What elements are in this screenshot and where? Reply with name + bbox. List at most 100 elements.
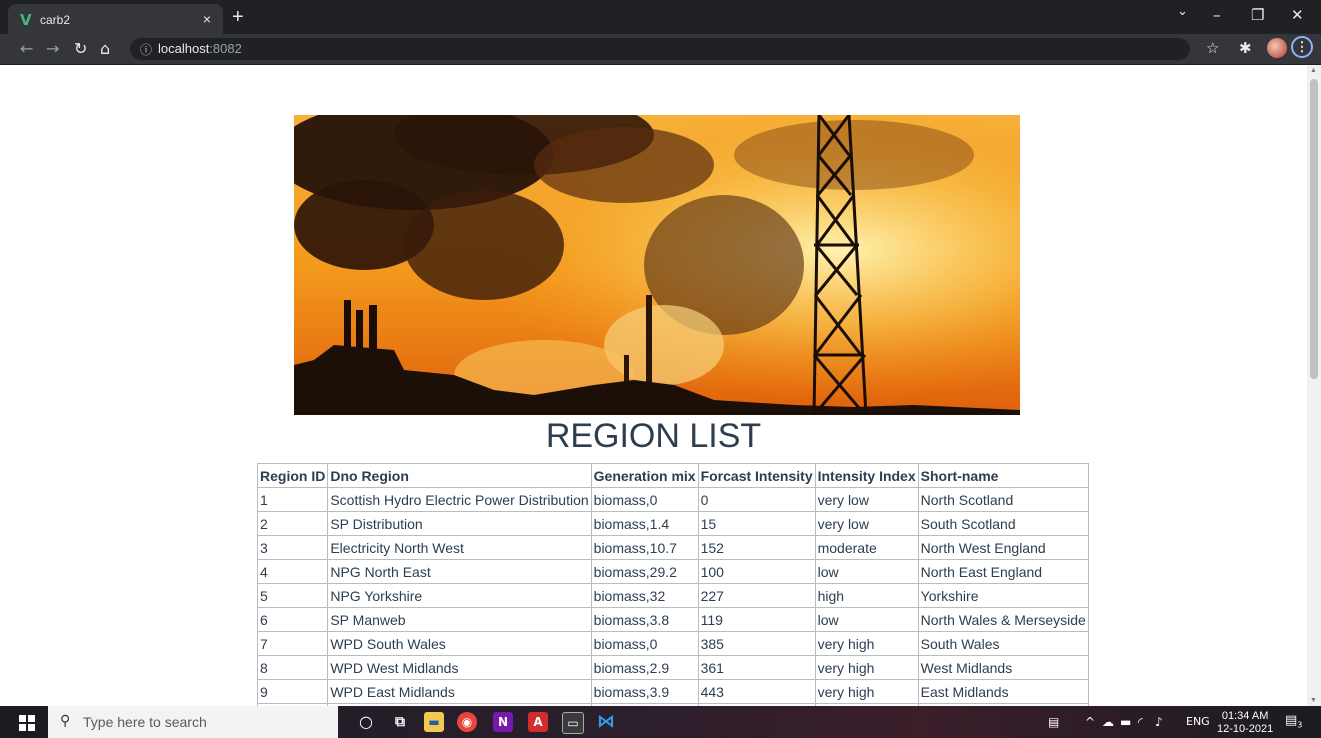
close-window-button[interactable]: ✕	[1291, 6, 1304, 24]
taskbar-clock[interactable]: 01:34 AM 12-10-2021	[1217, 710, 1273, 736]
cell-dno-region: SP Manweb	[327, 607, 592, 632]
cortana-icon[interactable]: ○	[356, 712, 376, 732]
url-port: :8082	[209, 41, 242, 56]
scroll-up-arrow-icon[interactable]: ▲	[1310, 67, 1317, 74]
cell-short-name: West Midlands	[917, 655, 1089, 680]
cell-intensity-index: low	[814, 559, 919, 584]
table-row: 3 Electricity North West biomass,10.7 152 mo…	[256, 535, 1089, 560]
new-tab-button[interactable]: +	[232, 6, 244, 29]
table-row: 6 SP Manweb biomass,3.8 119 low North Wales &…	[256, 607, 1089, 632]
scroll-down-arrow-icon[interactable]: ▼	[1310, 697, 1317, 704]
address-url: localhost:8082	[158, 41, 242, 56]
cell-dno-region: WPD East Midlands	[327, 679, 592, 704]
browser-menu-icon[interactable]: ⋮	[1291, 36, 1313, 58]
tab-close-icon[interactable]: ×	[203, 11, 211, 27]
tab-search-dropdown-icon[interactable]: ⌄	[1177, 4, 1188, 19]
reload-icon[interactable]: ↻	[74, 39, 87, 58]
restore-button[interactable]: ❐	[1251, 6, 1264, 24]
cell-region-id: 8	[256, 655, 329, 680]
table-row: 8 WPD West Midlands biomass,2.9 361 very hig…	[256, 655, 1089, 680]
cell-intensity-index: very high	[814, 679, 919, 704]
cell-generation-mix: biomass,3.8	[590, 607, 699, 632]
language-indicator[interactable]: ENG	[1186, 715, 1210, 728]
minimize-button[interactable]: –	[1213, 6, 1221, 24]
volume-icon[interactable]: ♪	[1155, 715, 1163, 729]
task-view-icon[interactable]: ⧉	[390, 712, 410, 732]
onedrive-cloud-icon[interactable]: ☁	[1102, 715, 1114, 729]
cell-region-id: 4	[256, 559, 329, 584]
cell-region-id: 3	[256, 535, 329, 560]
windows-taskbar: ⚲ Type here to search ○ ⧉ ▬ ◉ N A ▭ ⋈ ▤ …	[0, 706, 1321, 738]
onenote-icon[interactable]: N	[493, 712, 513, 732]
cell-forcast-intensity: 100	[697, 559, 816, 584]
url-host: localhost	[158, 41, 210, 56]
profile-avatar[interactable]	[1267, 38, 1287, 58]
cell-short-name: North East England	[917, 559, 1089, 584]
column-header-generation-mix: Generation mix	[590, 463, 699, 488]
bookmark-star-icon[interactable]: ☆	[1206, 39, 1219, 57]
table-header-row: Region ID Dno Region Generation mix Forc…	[256, 463, 1089, 488]
browser-toolbar: ← → ↻ ⌂ ⓘ localhost:8082 ☆ ✱	[0, 34, 1321, 65]
browser-tab[interactable]: V carb2 ×	[8, 4, 223, 34]
vue-favicon-icon: V	[20, 11, 32, 29]
cell-dno-region: Scottish Hydro Electric Power Distributi…	[327, 487, 592, 512]
cell-forcast-intensity: 152	[697, 535, 816, 560]
cell-intensity-index: very low	[814, 511, 919, 536]
page-scrollbar[interactable]: ▲ ▼	[1307, 65, 1321, 706]
table-row: 1 Scottish Hydro Electric Power Distribut…	[256, 487, 1089, 512]
notification-center-icon[interactable]: ▤3	[1285, 713, 1303, 731]
cell-dno-region: NPG Yorkshire	[327, 583, 592, 608]
scrollbar-thumb[interactable]	[1310, 79, 1318, 379]
cell-dno-region: NPG North East	[327, 559, 592, 584]
cell-generation-mix: biomass,1.4	[590, 511, 699, 536]
table-row: 7 WPD South Wales biomass,0 385 very high Sou…	[256, 631, 1089, 656]
notification-count: 3	[1297, 720, 1303, 730]
column-header-dno-region: Dno Region	[327, 463, 592, 488]
battery-icon[interactable]: ▬	[1120, 715, 1131, 729]
forward-arrow-icon[interactable]: →	[46, 39, 59, 58]
region-table-body: 1 Scottish Hydro Electric Power Distribut…	[256, 487, 1089, 706]
cell-forcast-intensity: 15	[697, 511, 816, 536]
search-placeholder: Type here to search	[83, 714, 207, 730]
search-icon: ⚲	[60, 713, 71, 729]
cell-generation-mix: biomass,10.7	[590, 535, 699, 560]
cell-region-id: 2	[256, 511, 329, 536]
cell-short-name: South Scotland	[917, 511, 1089, 536]
taskbar-search-box[interactable]: ⚲ Type here to search	[48, 706, 338, 738]
cell-short-name: North West England	[917, 535, 1089, 560]
cell-short-name: South Wales	[917, 631, 1089, 656]
address-bar[interactable]: ⓘ localhost:8082	[130, 38, 1190, 60]
cell-generation-mix: biomass,2.9	[590, 655, 699, 680]
windows-start-icon[interactable]	[19, 715, 35, 731]
cell-forcast-intensity: 361	[697, 655, 816, 680]
cell-region-id: 6	[256, 607, 329, 632]
cell-forcast-intensity: 443	[697, 679, 816, 704]
column-header-short-name: Short-name	[917, 463, 1089, 488]
cell-region-id: 5	[256, 583, 329, 608]
extensions-puzzle-icon[interactable]: ✱	[1239, 39, 1252, 57]
vscode-icon[interactable]: ⋈	[596, 712, 616, 732]
hero-image	[294, 115, 1020, 415]
wifi-icon[interactable]: ◜	[1138, 715, 1143, 729]
cell-dno-region: WPD West Midlands	[327, 655, 592, 680]
cell-generation-mix: biomass,0	[590, 631, 699, 656]
site-info-icon[interactable]: ⓘ	[140, 41, 152, 58]
chrome-icon[interactable]: ◉	[457, 712, 477, 732]
cell-region-id: 9	[256, 679, 329, 704]
table-row: 4 NPG North East biomass,29.2 100 low North E…	[256, 559, 1089, 584]
column-header-region-id: Region ID	[256, 463, 329, 488]
region-table: Region ID Dno Region Generation mix Forc…	[256, 463, 1089, 706]
back-arrow-icon[interactable]: ←	[20, 39, 33, 58]
file-explorer-icon[interactable]: ▬	[424, 712, 444, 732]
terminal-icon[interactable]: ▭	[562, 712, 584, 734]
tray-chevron-icon[interactable]: ^	[1085, 715, 1095, 729]
cell-dno-region: WPD South Wales	[327, 631, 592, 656]
acrobat-icon[interactable]: A	[528, 712, 548, 732]
table-row: 9 WPD East Midlands biomass,3.9 443 very hig…	[256, 679, 1089, 704]
home-icon[interactable]: ⌂	[100, 39, 110, 58]
cell-generation-mix: biomass,3.9	[590, 679, 699, 704]
taskbar-news-icon[interactable]: ▤	[1048, 715, 1059, 729]
cell-generation-mix: biomass,29.2	[590, 559, 699, 584]
cell-short-name: North Scotland	[917, 487, 1089, 512]
table-row: 2 SP Distribution biomass,1.4 15 very low Sou…	[256, 511, 1089, 536]
